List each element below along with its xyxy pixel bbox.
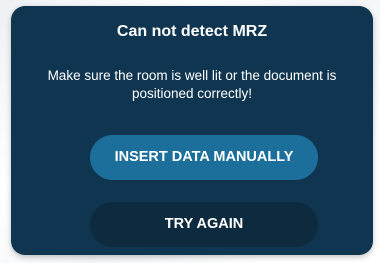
dialog-message: Make sure the room is well lit or the do… bbox=[47, 68, 337, 101]
mrz-error-dialog: Can not detect MRZ Make sure the room is… bbox=[11, 6, 373, 255]
dialog-title: Can not detect MRZ bbox=[116, 23, 268, 40]
insert-data-manually-button[interactable]: INSERT DATA MANUALLY bbox=[90, 135, 318, 180]
try-again-button[interactable]: TRY AGAIN bbox=[90, 202, 318, 247]
